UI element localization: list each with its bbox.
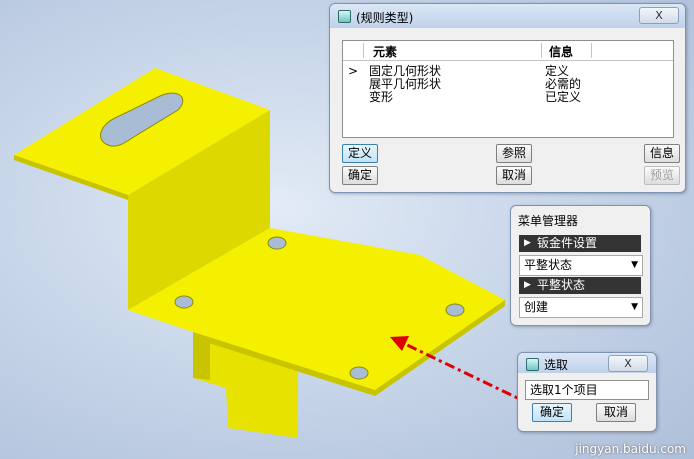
reference-button[interactable]: 参照 <box>496 144 532 163</box>
create-dropdown[interactable]: 创建 ▼ <box>519 297 643 318</box>
table-header: 元素 信息 <box>343 41 673 61</box>
dropdown-value: 创建 <box>524 300 549 314</box>
cancel-button[interactable]: 取消 <box>496 166 532 185</box>
flat-state-dropdown[interactable]: 平整状态 ▼ <box>519 255 643 276</box>
rule-elements-table[interactable]: 元素 信息 > 固定几何形状 定义 展平几何形状 必需的 变形 已定义 <box>342 40 674 138</box>
select-cancel-button[interactable]: 取消 <box>596 403 636 422</box>
mount-hole <box>445 303 465 317</box>
watermark: jingyan.baidu.com <box>575 442 686 456</box>
menu-section-label: 钣金件设置 <box>537 236 598 250</box>
info-button[interactable]: 信息 <box>644 144 680 163</box>
column-divider <box>541 43 542 58</box>
dropdown-arrow-icon: ▼ <box>631 302 638 312</box>
mount-hole <box>267 236 287 250</box>
define-button[interactable]: 定义 <box>342 144 378 163</box>
menu-manager-title: 菜单管理器 <box>518 214 579 228</box>
window-icon <box>338 10 351 23</box>
mount-hole <box>174 295 194 309</box>
row-element: 变形 <box>369 90 394 104</box>
column-header-info[interactable]: 信息 <box>549 43 573 60</box>
column-divider <box>363 43 364 58</box>
menu-section-sheetmetal-setup[interactable]: ▶ 钣金件设置 <box>519 235 641 252</box>
ok-button[interactable]: 确定 <box>342 166 378 185</box>
expand-triangle-icon: ▶ <box>524 238 531 248</box>
row-info: 已定义 <box>545 90 582 104</box>
preview-button[interactable]: 预览 <box>644 166 680 185</box>
menu-section-label: 平整状态 <box>537 278 586 292</box>
window-icon <box>526 358 539 371</box>
menu-section-flat-state[interactable]: ▶ 平整状态 <box>519 277 641 294</box>
select-dialog-titlebar[interactable]: 选取 X <box>518 353 656 373</box>
select-ok-button[interactable]: 确定 <box>532 403 572 422</box>
selection-prompt-text: 选取1个项目 <box>530 383 598 397</box>
close-icon[interactable]: X <box>639 7 679 24</box>
table-row[interactable]: 变形 已定义 <box>343 91 673 104</box>
close-icon[interactable]: X <box>608 355 648 372</box>
column-header-element[interactable]: 元素 <box>373 43 397 60</box>
rule-dialog-title: (规则类型) <box>356 11 414 25</box>
dropdown-arrow-icon: ▼ <box>631 260 638 270</box>
selection-prompt-field: 选取1个项目 <box>525 380 649 400</box>
select-dialog-title: 选取 <box>544 358 569 372</box>
column-divider <box>591 43 592 58</box>
dropdown-value: 平整状态 <box>524 258 573 272</box>
selection-marker: > <box>348 64 359 78</box>
select-dialog: 选取 X 选取1个项目 确定 取消 <box>517 352 657 432</box>
rule-types-dialog: (规则类型) X 元素 信息 > 固定几何形状 定义 展平几何形状 必需的 变形… <box>329 3 686 193</box>
mount-hole <box>349 366 369 380</box>
rule-dialog-titlebar[interactable]: (规则类型) X <box>330 4 685 28</box>
menu-manager-panel: 菜单管理器 ▶ 钣金件设置 平整状态 ▼ ▶ 平整状态 创建 ▼ <box>510 205 651 326</box>
expand-triangle-icon: ▶ <box>524 280 531 290</box>
